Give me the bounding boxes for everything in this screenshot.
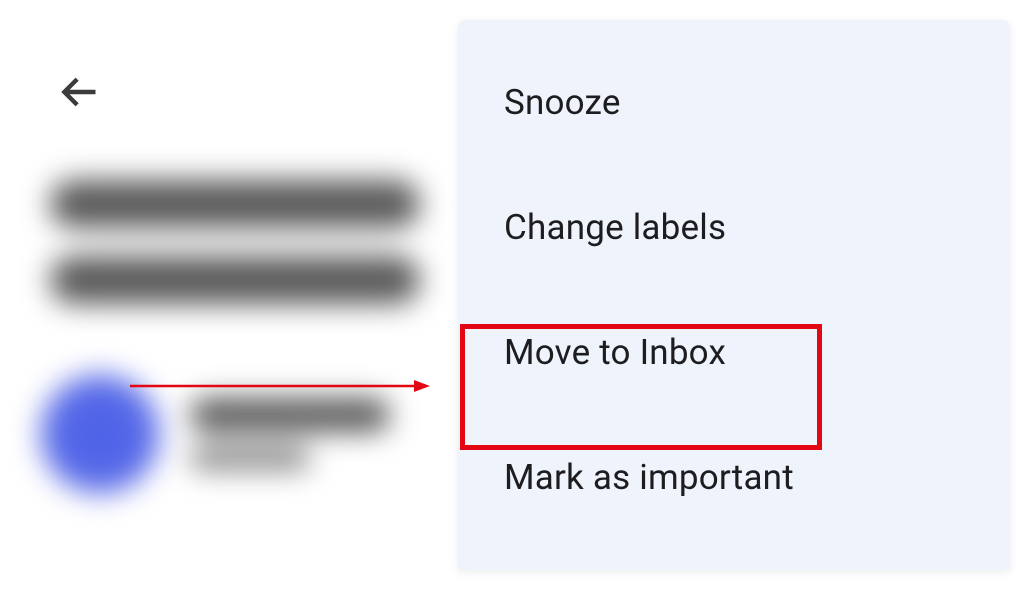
arrow-left-icon — [57, 70, 101, 118]
blurred-email-content — [30, 180, 460, 494]
back-button[interactable] — [55, 70, 103, 118]
menu-item-change-labels[interactable]: Change labels — [458, 165, 1010, 290]
menu-item-move-to-inbox[interactable]: Move to Inbox — [458, 290, 1010, 415]
menu-item-label: Move to Inbox — [504, 332, 726, 373]
menu-item-label: Snooze — [504, 82, 621, 123]
menu-item-mark-important[interactable]: Mark as important — [458, 415, 1010, 540]
menu-item-snooze[interactable]: Snooze — [458, 40, 1010, 165]
overflow-menu: Snooze Change labels Move to Inbox Mark … — [458, 20, 1010, 570]
annotation-arrow — [130, 376, 430, 396]
menu-item-label: Change labels — [504, 207, 726, 248]
menu-item-label: Mark as important — [504, 457, 794, 498]
